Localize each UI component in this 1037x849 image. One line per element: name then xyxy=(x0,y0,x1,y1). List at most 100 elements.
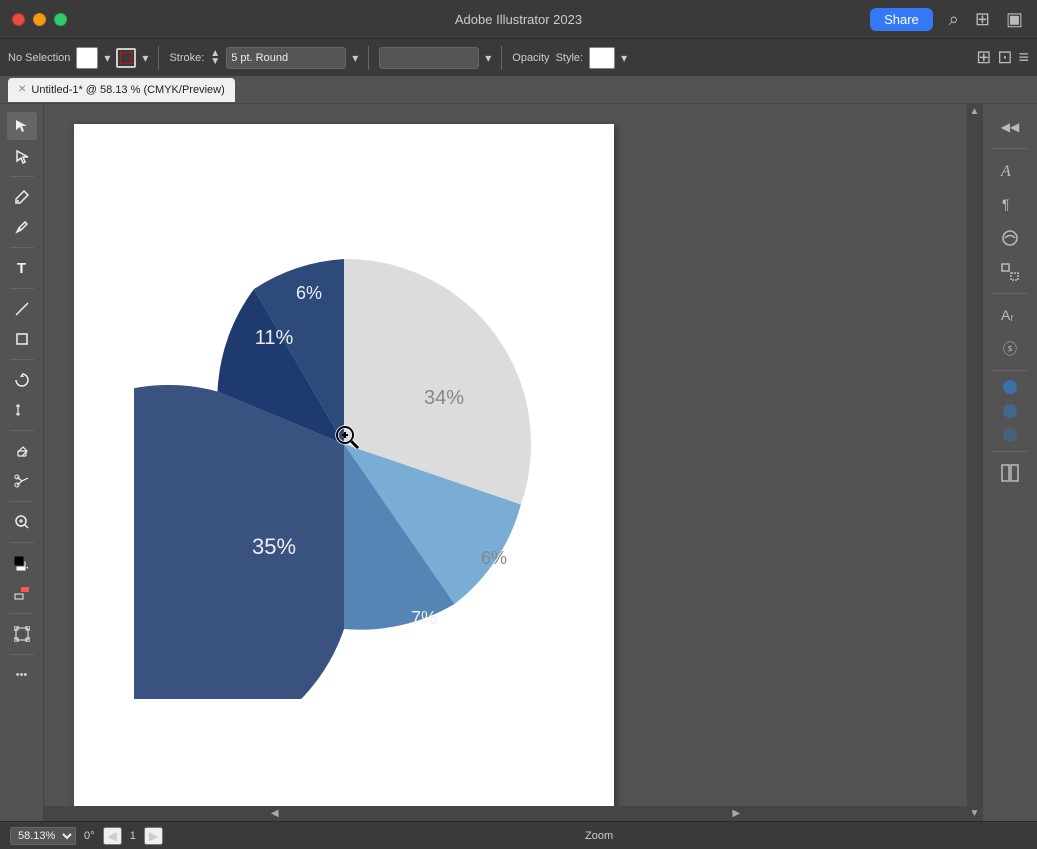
align-icon[interactable]: ⊞ xyxy=(976,47,991,68)
style-chevron[interactable]: ▾ xyxy=(621,51,627,65)
titlebar: Adobe Illustrator 2023 Share ⌕ ⊞ ▣ xyxy=(0,0,1037,38)
panel-icon[interactable]: ▣ xyxy=(1006,9,1023,30)
rp-separator-3 xyxy=(992,451,1028,452)
wide-input-chevron[interactable]: ▾ xyxy=(485,51,491,65)
select-tool[interactable] xyxy=(7,112,37,140)
svg-text:A: A xyxy=(1000,163,1011,180)
vertical-scrollbar[interactable]: ▲ ▼ xyxy=(967,104,982,821)
rp-indicator-2 xyxy=(1003,404,1017,418)
fill-color-swatch[interactable] xyxy=(76,47,98,69)
close-button[interactable] xyxy=(12,13,25,26)
tool-separator-6 xyxy=(10,501,34,502)
page-number: 1 xyxy=(130,830,136,842)
share-button[interactable]: Share xyxy=(870,8,933,31)
transform-icon[interactable]: ⊡ xyxy=(997,47,1012,68)
more-tools[interactable]: ••• xyxy=(7,661,37,689)
pie-segment-35 xyxy=(134,385,344,699)
stroke-value-input[interactable] xyxy=(226,47,346,69)
scissors-tool[interactable] xyxy=(7,467,37,495)
tab-close-icon[interactable]: ✕ xyxy=(18,84,26,95)
type-properties-icon[interactable]: A xyxy=(992,155,1028,185)
titlebar-right-icons: Share ⌕ ⊞ ▣ xyxy=(870,8,1023,31)
no-selection-label: No Selection xyxy=(8,52,70,64)
document-tab[interactable]: ✕ Untitled-1* @ 58.13 % (CMYK/Preview) xyxy=(8,78,235,102)
line-tool[interactable] xyxy=(7,295,37,323)
zoom-tool active[interactable] xyxy=(7,508,37,536)
appearance-icon[interactable] xyxy=(992,223,1028,253)
rp-indicator-1 xyxy=(1003,380,1017,394)
scroll-down-arrow[interactable]: ▼ xyxy=(967,806,982,821)
fill-chevron[interactable]: ▾ xyxy=(104,51,110,65)
paragraph-icon[interactable]: ¶ xyxy=(992,189,1028,219)
tool-separator-5 xyxy=(10,430,34,431)
svg-text:Aᵣ: Aᵣ xyxy=(1001,307,1014,323)
app-title: Adobe Illustrator 2023 xyxy=(455,12,582,27)
label-11: 11% xyxy=(255,327,294,349)
minimize-button[interactable] xyxy=(33,13,46,26)
divider-1 xyxy=(158,46,159,70)
type-alt-icon[interactable]: ⓢ xyxy=(992,334,1028,364)
swap-colors-icon[interactable] xyxy=(7,579,37,607)
zoom-label: Zoom xyxy=(171,830,1027,842)
tool-separator-4 xyxy=(10,359,34,360)
tabbar: ✕ Untitled-1* @ 58.13 % (CMYK/Preview) xyxy=(0,76,1037,104)
opacity-label: Opacity xyxy=(512,52,549,64)
right-panel-top: ◀◀ A ¶ Aᵣ ⓢ xyxy=(983,104,1037,496)
reflect-tool[interactable] xyxy=(7,396,37,424)
right-panel: ◀◀ A ¶ Aᵣ ⓢ xyxy=(982,104,1037,821)
style-swatch[interactable] xyxy=(589,47,615,69)
tool-separator-7 xyxy=(10,542,34,543)
svg-text:¶: ¶ xyxy=(1002,196,1010,212)
layers-panel-icon[interactable]: Aᵣ xyxy=(992,300,1028,330)
artboard-tool[interactable] xyxy=(7,620,37,648)
rp-separator-0 xyxy=(992,148,1028,149)
label-34: 34% xyxy=(424,387,464,409)
horizontal-scrollbar[interactable]: ◀ ▶ xyxy=(44,806,967,821)
menu-icon[interactable]: ≡ xyxy=(1018,47,1029,68)
direct-select-tool[interactable] xyxy=(7,142,37,170)
angle-display: 0° xyxy=(84,830,95,842)
search-icon[interactable]: ⌕ xyxy=(949,9,959,30)
stroke-dropdown-chevron[interactable]: ▾ xyxy=(352,51,358,65)
canvas-area[interactable]: 34% 6% 7% 35% 11% 6% xyxy=(44,104,982,821)
zoom-select[interactable]: 58.13% 100% 50% 75% xyxy=(10,827,76,845)
grid-icon[interactable]: ⊞ xyxy=(975,9,990,30)
rp-separator-2 xyxy=(992,370,1028,371)
svg-text:ⓢ: ⓢ xyxy=(1003,341,1017,357)
tool-separator-2 xyxy=(10,247,34,248)
transform-icon[interactable] xyxy=(992,257,1028,287)
collapse-panels-icon[interactable]: ◀◀ xyxy=(992,112,1028,142)
label-6a: 6% xyxy=(481,548,507,568)
divider-2 xyxy=(368,46,369,70)
rotate-tool[interactable] xyxy=(7,366,37,394)
pen-tool[interactable] xyxy=(7,183,37,211)
scroll-left-arrow[interactable]: ◀ xyxy=(44,806,506,821)
scroll-right-arrow[interactable]: ▶ xyxy=(506,806,968,821)
divider-3 xyxy=(501,46,502,70)
eraser-tool[interactable] xyxy=(7,437,37,465)
stroke-icon-chevron[interactable]: ▾ xyxy=(142,51,148,65)
pencil-tool[interactable] xyxy=(7,213,37,241)
type-tool[interactable]: T xyxy=(7,254,37,282)
selection-indicator: No Selection xyxy=(8,52,70,64)
rect-tool[interactable] xyxy=(7,325,37,353)
maximize-button[interactable] xyxy=(54,13,67,26)
fill-stroke-selector[interactable] xyxy=(7,549,37,577)
scroll-up-arrow[interactable]: ▲ xyxy=(967,104,982,119)
stroke-wide-input[interactable] xyxy=(379,47,479,69)
stroke-stepper[interactable]: ▲▼ xyxy=(210,50,220,66)
pie-chart: 34% 6% 7% 35% 11% 6% xyxy=(134,199,554,699)
tool-separator-3 xyxy=(10,288,34,289)
next-page-button[interactable]: ▶ xyxy=(144,827,163,845)
left-toolbar: T xyxy=(0,104,44,821)
rp-separator-1 xyxy=(992,293,1028,294)
label-35: 35% xyxy=(252,534,296,559)
artboard: 34% 6% 7% 35% 11% 6% xyxy=(74,124,614,821)
style-label: Style: xyxy=(556,52,584,64)
bottombar: 58.13% 100% 50% 75% 0° ◀ 1 ▶ Zoom xyxy=(0,821,1037,849)
prev-page-button[interactable]: ◀ xyxy=(103,827,122,845)
tool-separator-8 xyxy=(10,613,34,614)
pie-chart-container: 34% 6% 7% 35% 11% 6% xyxy=(124,174,564,724)
libraries-icon[interactable] xyxy=(992,458,1028,488)
tool-separator-1 xyxy=(10,176,34,177)
